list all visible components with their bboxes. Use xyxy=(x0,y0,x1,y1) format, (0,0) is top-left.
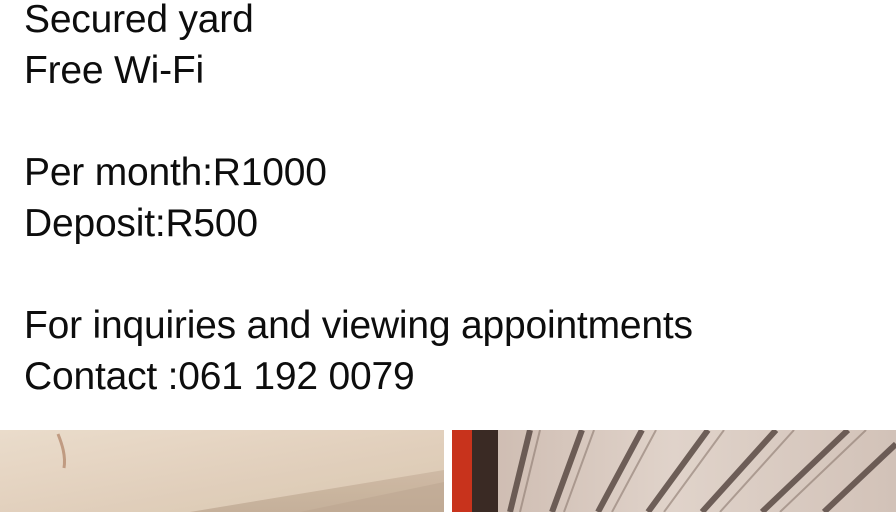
amenity-secured-yard: Secured yard xyxy=(24,0,254,41)
photo-gallery xyxy=(0,430,896,512)
contact-number: Contact :061 192 0079 xyxy=(24,355,415,398)
ceiling-photo-icon xyxy=(452,430,896,512)
inquiries-text: For inquiries and viewing appointments xyxy=(24,304,693,347)
room-photo-1[interactable] xyxy=(0,430,444,512)
room-photo-2[interactable] xyxy=(452,430,896,512)
deposit-amount: Deposit:R500 xyxy=(24,202,258,245)
amenity-free-wifi: Free Wi-Fi xyxy=(24,49,204,92)
price-per-month: Per month:R1000 xyxy=(24,151,327,194)
room-wall-photo-icon xyxy=(0,430,444,512)
post-text-body: Secured yard Free Wi-Fi Per month:R1000 … xyxy=(0,0,896,430)
